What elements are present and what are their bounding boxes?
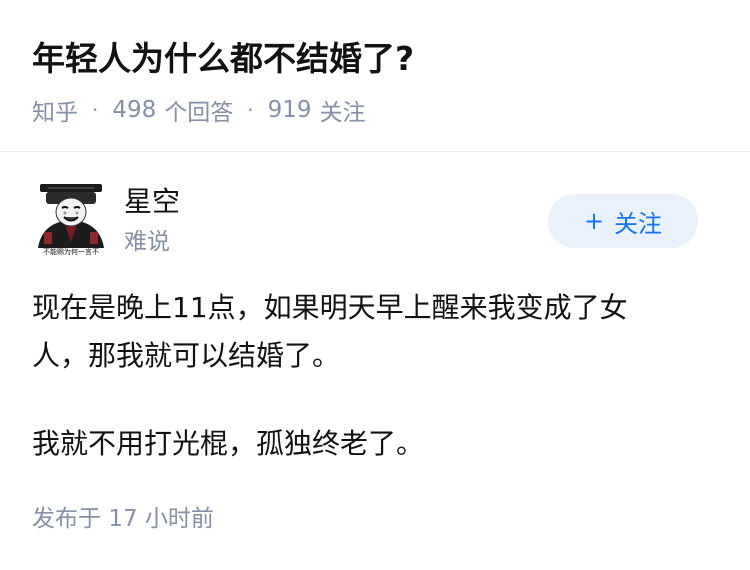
question-meta: 知乎 · 498 个回答 · 919 关注 (32, 92, 366, 128)
question-header: 年轻人为什么都不结婚了? 知乎 · 498 个回答 · 919 关注 (0, 0, 750, 152)
follow-button-label: 关注 (614, 209, 663, 238)
meme-avatar-icon: 不能赐为何一言不 (32, 178, 110, 256)
publish-time-value: 17 小时前 (108, 506, 214, 532)
answer-paragraph: 我就不用打光棍，孤独终老了。 (32, 427, 425, 460)
follow-button[interactable]: + 关注 (548, 194, 698, 248)
separator-dot: · (247, 98, 254, 122)
separator-dot: · (92, 98, 99, 122)
follow-count-label[interactable]: 关注 (320, 93, 366, 127)
plus-icon: + (583, 207, 605, 235)
answer-content: 现在是晚上11点，如果明天早上醒来我变成了女人，那我就可以结婚了。 我就不用打光… (32, 284, 682, 468)
answer-paragraph: 现在是晚上11点，如果明天早上醒来我变成了女人，那我就可以结婚了。 (32, 291, 628, 372)
author-headline: 难说 (124, 229, 170, 255)
source-label[interactable]: 知乎 (32, 93, 78, 127)
follow-count[interactable]: 919 (268, 97, 312, 123)
question-title[interactable]: 年轻人为什么都不结婚了? (32, 34, 414, 84)
publish-time[interactable]: 发布于 17 小时前 (32, 502, 214, 536)
author-name[interactable]: 星空 (124, 184, 180, 220)
avatar-caption: 不能赐为何一言不 (43, 247, 99, 256)
answer-count-label[interactable]: 个回答 (164, 93, 233, 127)
publish-time-prefix: 发布于 (32, 506, 101, 532)
avatar[interactable]: 不能赐为何一言不 (32, 178, 110, 256)
author-info: 不能赐为何一言不 星空 难说 + 关注 (32, 178, 698, 268)
answer-count[interactable]: 498 (112, 97, 156, 123)
